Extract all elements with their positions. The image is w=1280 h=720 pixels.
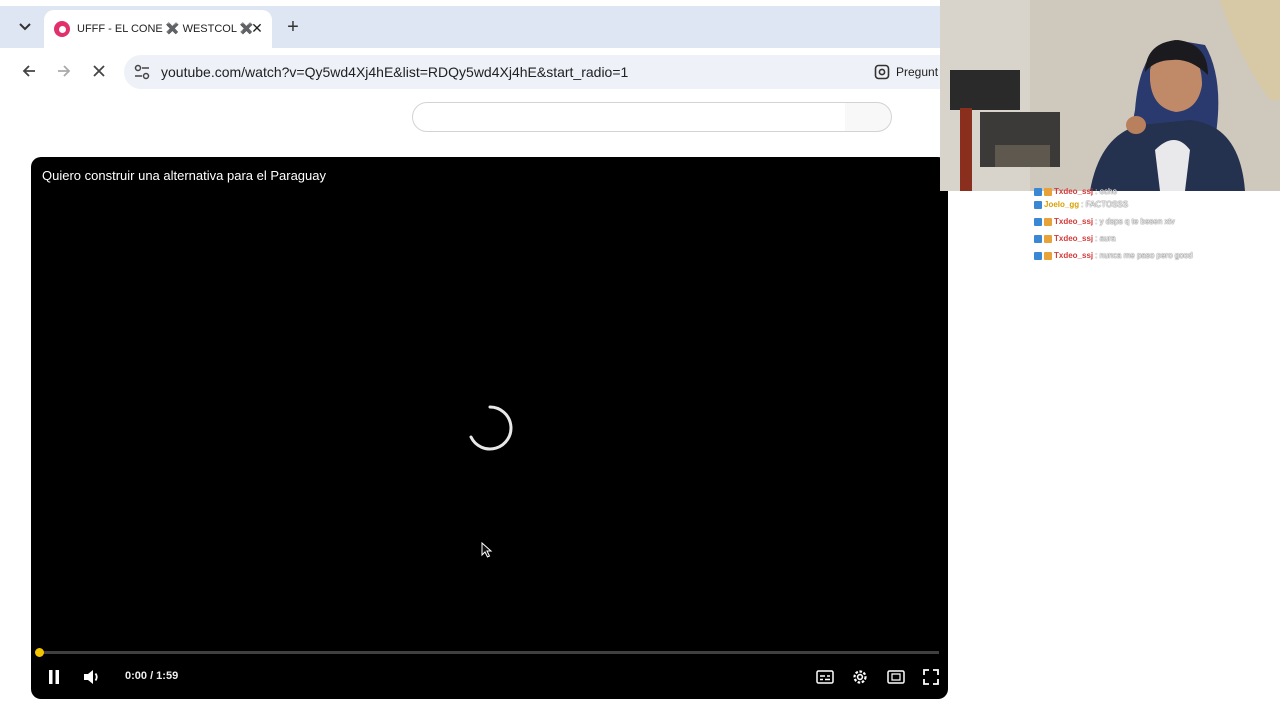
loading-spinner-icon	[469, 405, 513, 451]
tune-icon[interactable]	[133, 63, 151, 81]
browser-toolbar: youtube.com/watch?v=Qy5wd4Xj4hE&list=RDQ…	[0, 48, 940, 94]
settings-button[interactable]	[849, 666, 871, 688]
ask-google-chip[interactable]: Pregunt	[874, 61, 938, 83]
emote-badge-icon	[1044, 217, 1052, 226]
stop-loading-button[interactable]	[89, 61, 109, 81]
webcam-overlay	[940, 0, 1280, 191]
search-input[interactable]	[412, 102, 846, 132]
sub-badge-icon	[1034, 217, 1042, 226]
chat-message: Txdeo_ssj : y dsps q te besen xtv	[1034, 213, 1280, 230]
progress-bar[interactable]	[39, 651, 939, 654]
chat-username: Txdeo_ssj	[1054, 234, 1094, 243]
chat-message: Joelo_gg : FACTOSSS	[1034, 196, 1280, 213]
chat-message: Txdeo_ssj : aura	[1034, 230, 1280, 247]
back-arrow-icon	[22, 65, 35, 77]
chat-text: : ocho	[1095, 187, 1117, 196]
url-text[interactable]: youtube.com/watch?v=Qy5wd4Xj4hE&list=RDQ…	[161, 64, 628, 80]
stream-chat: Txdeo_ssj : ocho Joelo_gg : FACTOSSS Txd…	[1034, 186, 1280, 264]
back-button[interactable]	[19, 61, 39, 81]
pause-button[interactable]	[43, 666, 65, 688]
progress-scrubber[interactable]	[35, 648, 44, 657]
chevron-down-icon	[19, 23, 31, 31]
theater-mode-icon	[887, 670, 905, 684]
webcam-video-image	[940, 0, 1280, 191]
emote-badge-icon	[1044, 234, 1052, 243]
chat-text: : aura	[1095, 234, 1116, 243]
chat-text: : nunca me paso pero good	[1095, 251, 1193, 260]
chat-message: Txdeo_ssj : nunca me paso pero good	[1034, 247, 1280, 264]
emote-badge-icon	[1044, 188, 1052, 196]
chat-username: Txdeo_ssj	[1054, 251, 1094, 260]
subtitles-icon	[816, 670, 834, 684]
google-lens-icon	[874, 64, 890, 80]
sub-badge-icon	[1034, 251, 1042, 260]
chat-username: Txdeo_ssj	[1054, 217, 1094, 226]
tab-title: UFFF - EL CONE ✖️ WESTCOL ✖️	[77, 23, 254, 35]
browser-tab-active[interactable]: UFFF - EL CONE ✖️ WESTCOL ✖️ ✕	[44, 10, 272, 48]
sub-badge-icon	[1034, 234, 1042, 243]
tab-close-icon[interactable]: ✕	[250, 21, 264, 35]
chat-message: Txdeo_ssj : ocho	[1034, 186, 1280, 196]
subtitles-button[interactable]	[814, 666, 836, 688]
chat-text: : y dsps q te besen xtv	[1095, 217, 1175, 226]
volume-button[interactable]	[81, 666, 103, 688]
emote-badge-icon	[1044, 251, 1052, 260]
browser-tab-strip: UFFF - EL CONE ✖️ WESTCOL ✖️ ✕ +	[0, 0, 940, 48]
video-title[interactable]: Quiero construir una alternativa para el…	[42, 168, 326, 183]
forward-arrow-icon	[58, 65, 71, 77]
youtube-music-favicon-icon	[54, 21, 70, 37]
pause-icon	[49, 670, 59, 684]
settings-gear-icon	[853, 670, 867, 684]
new-tab-plus-icon[interactable]: +	[284, 17, 302, 37]
time-display: 0:00 / 1:59	[125, 670, 179, 682]
stop-loading-icon	[93, 65, 105, 77]
search-button[interactable]	[845, 102, 892, 132]
ask-label: Pregunt	[896, 65, 939, 79]
fullscreen-icon	[923, 669, 939, 685]
video-player[interactable]: Quiero construir una alternativa para el…	[31, 157, 948, 699]
sub-badge-icon	[1034, 200, 1042, 209]
chat-username: Txdeo_ssj	[1054, 187, 1094, 196]
forward-button[interactable]	[54, 61, 74, 81]
chat-text: : FACTOSSS	[1081, 200, 1129, 209]
theater-mode-button[interactable]	[885, 666, 907, 688]
volume-icon	[84, 670, 98, 684]
sub-badge-icon	[1034, 188, 1042, 196]
tab-list-button[interactable]	[16, 18, 34, 36]
fullscreen-button[interactable]	[920, 666, 942, 688]
address-bar[interactable]: youtube.com/watch?v=Qy5wd4Xj4hE&list=RDQ…	[124, 55, 940, 89]
chat-username: Joelo_gg	[1044, 200, 1080, 209]
mouse-cursor-icon	[481, 542, 493, 558]
